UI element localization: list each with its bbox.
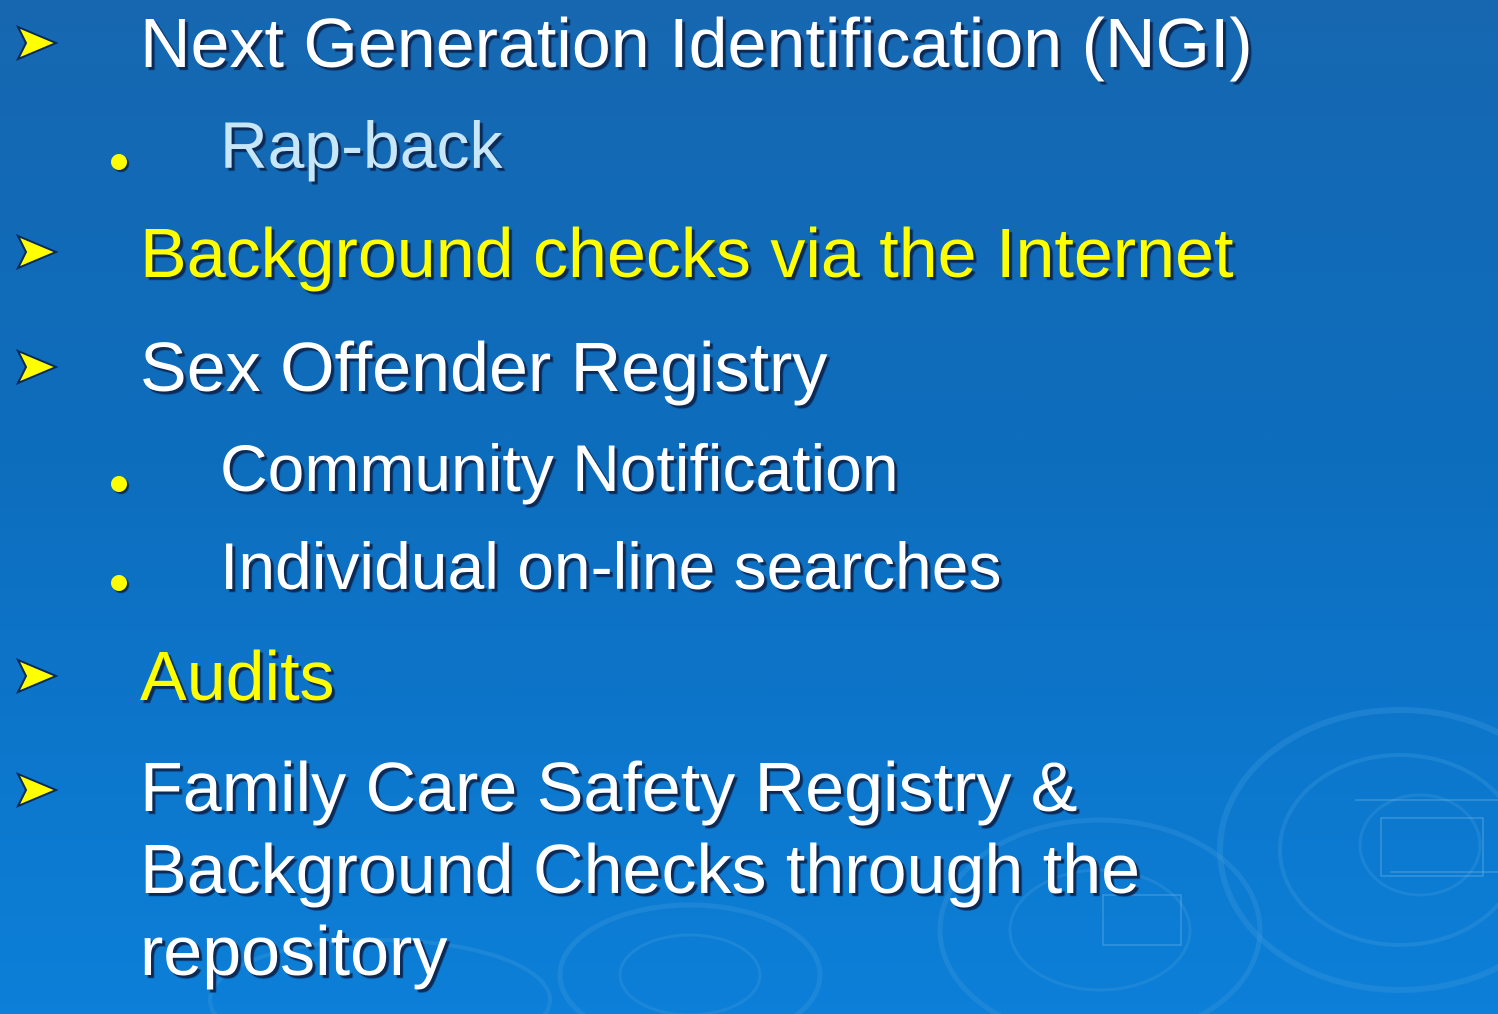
bullet-item-sex-offender-registry: Sex Offender Registry — [140, 328, 828, 406]
dot-bullet-icon — [111, 154, 127, 170]
arrow-bullet-icon — [15, 234, 59, 270]
arrow-bullet-icon — [15, 772, 59, 808]
bullet-item-background-checks: Background checks via the Internet — [140, 214, 1234, 292]
bullet-item-family-care: Family Care Safety Registry & Background… — [140, 748, 1141, 990]
bullet-item-audits: Audits — [140, 637, 335, 715]
slide: Next Generation Identification (NGI) Rap… — [0, 0, 1498, 1014]
dot-bullet-icon — [111, 476, 127, 492]
bullet-item-ngi: Next Generation Identification (NGI) — [140, 4, 1253, 82]
sub-item-individual-searches: Individual on-line searches — [220, 529, 1002, 603]
sub-item-community-notification: Community Notification — [220, 431, 899, 505]
arrow-bullet-icon — [15, 658, 59, 694]
dot-bullet-icon — [111, 575, 127, 591]
arrow-bullet-icon — [15, 349, 59, 385]
sub-item-rap-back: Rap-back — [220, 108, 503, 182]
arrow-bullet-icon — [15, 25, 59, 61]
